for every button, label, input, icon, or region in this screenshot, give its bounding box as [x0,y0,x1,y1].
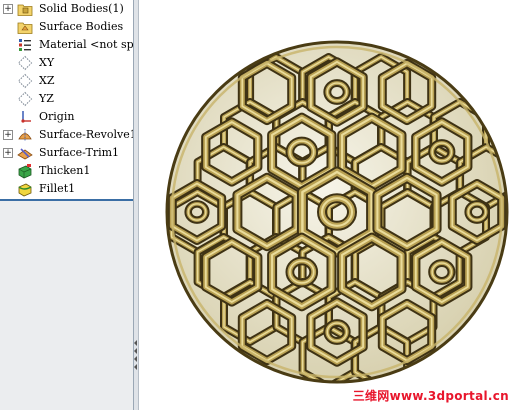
tree-item-label: Thicken1 [39,164,91,177]
tree-item-label: YZ [39,92,54,105]
thicken-icon [18,164,32,179]
tree-item-label: Material <not specif [39,38,134,51]
tree-item-label: Surface Bodies [39,20,124,33]
chevron-left-icon [134,348,137,354]
surface-trim-icon [17,148,33,160]
chevron-left-icon [134,356,137,362]
tree-item-label: Fillet1 [39,182,76,195]
tree-item-thicken[interactable]: Thicken1 [0,162,133,180]
tree-item-label: XZ [39,74,55,87]
lattice-sphere-model[interactable] [139,0,515,410]
expand-toggle[interactable]: + [3,130,13,140]
plane-icon [17,55,33,71]
material-icon [19,39,31,51]
surface-bodies-folder-icon [17,22,33,34]
fillet-icon [18,183,32,197]
surface-revolve-icon [18,129,32,141]
plane-icon [17,73,33,89]
solid-bodies-folder-icon [17,4,33,16]
tree-item-label: Surface-Trim1 [39,146,120,159]
tree-item-origin[interactable]: Origin [0,108,133,126]
chevron-left-icon [134,364,137,370]
watermark-text: 三维网www.3dportal.cn [352,389,509,403]
tree-item-fillet[interactable]: Fillet1 [0,180,133,198]
expand-toggle[interactable]: + [3,148,13,158]
tree-item-surface-revolve[interactable]: + Surface-Revolve1 [0,126,133,144]
tree-item-plane-yz[interactable]: YZ [0,90,133,108]
tree-item-plane-xz[interactable]: XZ [0,72,133,90]
plane-icon [17,91,33,107]
tree-item-solid-bodies[interactable]: + Solid Bodies(1) [0,0,133,18]
graphics-viewport[interactable]: 三维网www.3dportal.cn [139,0,515,410]
chevron-left-icon [134,340,137,346]
tree-item-material[interactable]: Material <not specif [0,36,133,54]
tree-item-label: Solid Bodies(1) [39,2,124,15]
tree-item-plane-xy[interactable]: XY [0,54,133,72]
origin-icon [21,111,31,123]
tree-item-label: Surface-Revolve1 [39,128,134,141]
tree-empty-area [0,199,133,410]
tree-item-surface-trim[interactable]: + Surface-Trim1 [0,144,133,162]
tree-item-label: Origin [39,110,75,123]
feature-manager-tree: + Solid Bodies(1) Surface Bodies Materia… [0,0,134,410]
tree-item-label: XY [39,56,55,69]
tree-item-surface-bodies[interactable]: Surface Bodies [0,18,133,36]
expand-toggle[interactable]: + [3,4,13,14]
